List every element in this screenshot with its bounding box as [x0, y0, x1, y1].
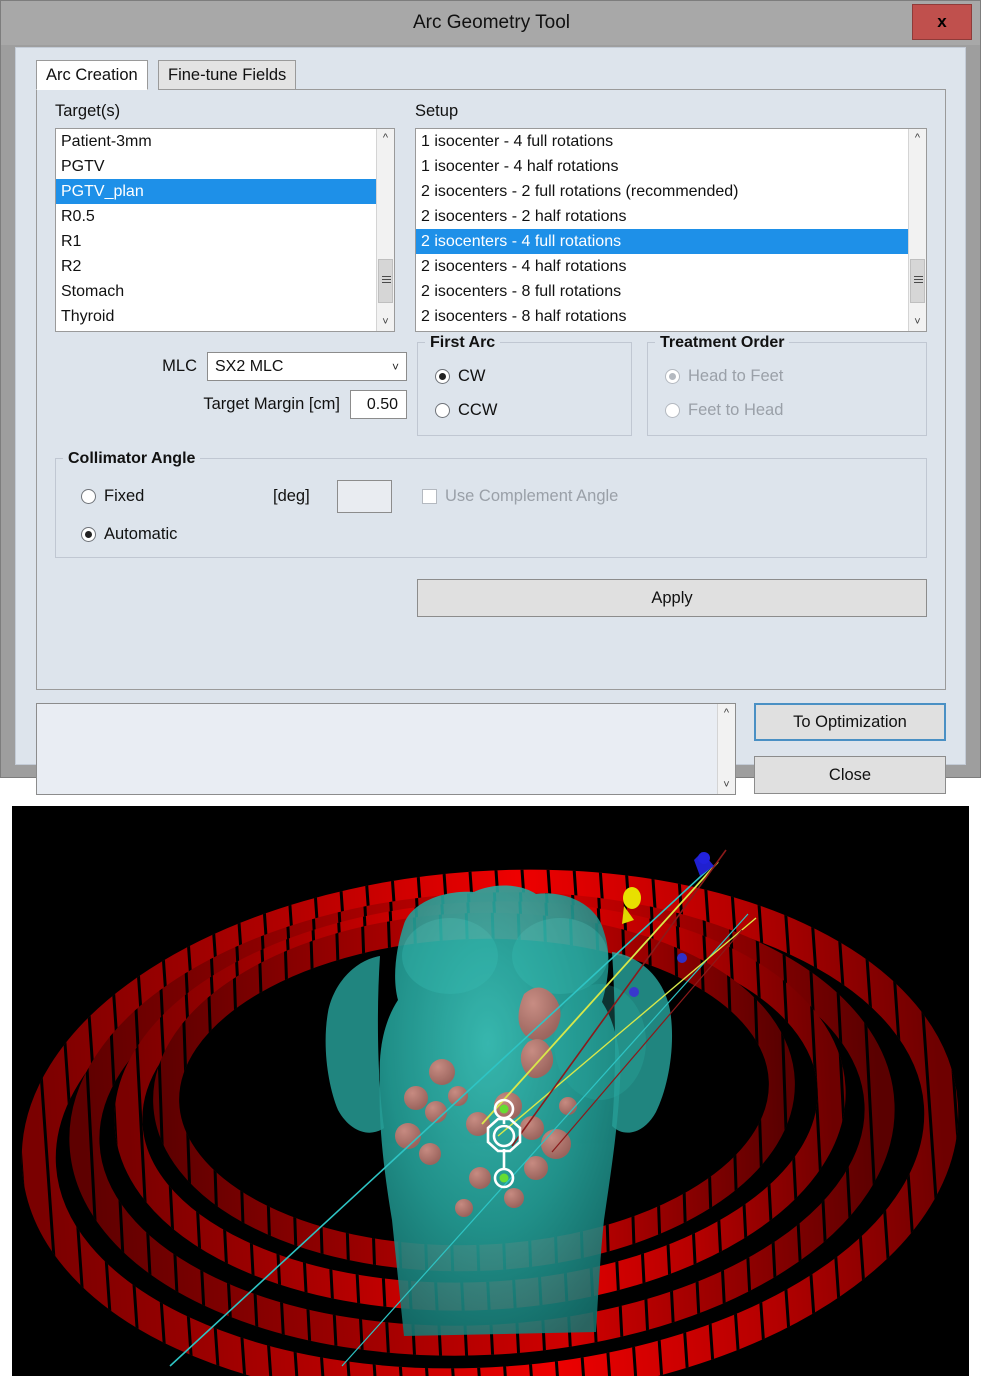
- collimator-angle-title: Collimator Angle: [63, 450, 201, 468]
- radio-head-to-feet[interactable]: Head to Feet: [665, 367, 783, 386]
- log-scrollbar[interactable]: ^ ˅: [717, 704, 735, 794]
- setup-list: 1 isocenter - 4 full rotations 1 isocent…: [416, 129, 908, 331]
- tab-bar: Arc Creation Fine-tune Fields: [36, 60, 946, 90]
- radio-first-arc-ccw[interactable]: CCW: [435, 401, 497, 420]
- 3d-scene: [12, 806, 969, 1376]
- first-arc-group: [417, 342, 632, 436]
- targets-listbox[interactable]: Patient-3mm PGTV PGTV_plan R0.5 R1 R2 St…: [55, 128, 395, 332]
- first-arc-title: First Arc: [425, 334, 501, 352]
- chevron-up-icon[interactable]: ^: [718, 704, 735, 722]
- list-item[interactable]: Patient-3mm: [56, 129, 376, 154]
- list-item[interactable]: PGTV: [56, 154, 376, 179]
- to-optimization-button[interactable]: To Optimization: [754, 703, 946, 741]
- radio-dot-icon: [435, 369, 450, 384]
- targets-scrollbar[interactable]: ^ ˅: [376, 129, 394, 331]
- tab-fine-tune-fields[interactable]: Fine-tune Fields: [158, 60, 297, 90]
- blue-marker-small: [677, 953, 687, 963]
- mlc-select[interactable]: SX2 MLC ˅: [207, 352, 407, 381]
- yellow-arrow-marker: [623, 887, 641, 909]
- use-complement-angle-checkbox[interactable]: Use Complement Angle: [422, 487, 618, 506]
- radio-collimator-automatic[interactable]: Automatic: [81, 525, 177, 544]
- radio-dot-icon: [665, 369, 680, 384]
- arc-geometry-tool-window: Arc Geometry Tool x Arc Creation Fine-tu…: [0, 0, 981, 795]
- isocenter-lower-dot: [499, 1173, 509, 1183]
- close-window-button[interactable]: x: [912, 4, 972, 40]
- radio-label: Fixed: [104, 487, 145, 505]
- close-button[interactable]: Close: [754, 756, 946, 794]
- setup-label: Setup: [415, 102, 459, 120]
- mlc-value: SX2 MLC: [215, 358, 284, 375]
- targets-label: Target(s): [55, 102, 121, 120]
- radio-first-arc-cw[interactable]: CW: [435, 367, 486, 386]
- isocenter-upper-dot: [499, 1104, 509, 1114]
- treatment-order-title: Treatment Order: [655, 334, 790, 352]
- collimator-angle-input[interactable]: [337, 480, 392, 513]
- chevron-down-icon[interactable]: ˅: [718, 776, 735, 794]
- radio-label: Automatic: [104, 525, 178, 543]
- chevron-down-icon: ˅: [391, 360, 399, 374]
- deg-label: [deg]: [273, 487, 310, 505]
- grip-icon: [382, 276, 391, 286]
- list-item[interactable]: 2 isocenters - 8 full rotations: [416, 279, 908, 304]
- setup-scrollbar[interactable]: ^ ˅: [908, 129, 926, 331]
- radio-label: CW: [458, 367, 486, 385]
- checkbox-label: Use Complement Angle: [445, 487, 619, 505]
- tab-arc-creation-label: Arc Creation: [46, 65, 138, 84]
- chevron-up-icon[interactable]: ^: [909, 129, 926, 147]
- radio-dot-icon: [81, 489, 96, 504]
- checkbox-box-icon: [422, 489, 437, 504]
- apply-button[interactable]: Apply: [417, 579, 927, 617]
- list-item[interactable]: 1 isocenter - 4 full rotations: [416, 129, 908, 154]
- chevron-up-icon[interactable]: ^: [377, 129, 394, 147]
- radio-label: Head to Feet: [688, 367, 784, 385]
- scrollbar-thumb[interactable]: [378, 259, 393, 303]
- list-item[interactable]: R1: [56, 229, 376, 254]
- list-item[interactable]: 2 isocenters - 4 half rotations: [416, 254, 908, 279]
- tab-fine-tune-fields-label: Fine-tune Fields: [168, 65, 287, 84]
- blue-marker-small-2: [629, 987, 639, 997]
- window-title: Arc Geometry Tool: [413, 12, 570, 33]
- log-text: [43, 708, 713, 790]
- tab-arc-creation[interactable]: Arc Creation: [36, 60, 148, 90]
- screen-root: Arc Geometry Tool x Arc Creation Fine-tu…: [0, 0, 981, 1376]
- target-margin-label: Target Margin [cm]: [203, 395, 340, 413]
- radio-dot-icon: [81, 527, 96, 542]
- mlc-label: MLC: [162, 357, 197, 375]
- arc-creation-panel: Target(s) Patient-3mm PGTV PGTV_plan R0.…: [36, 90, 946, 690]
- radio-dot-icon: [665, 403, 680, 418]
- radio-feet-to-head[interactable]: Feet to Head: [665, 401, 783, 420]
- list-item[interactable]: PGTV_plan: [56, 179, 376, 204]
- list-item[interactable]: 2 isocenters - 2 half rotations: [416, 204, 908, 229]
- chevron-down-icon[interactable]: ˅: [377, 313, 394, 331]
- 3d-beam-geometry-viewport[interactable]: [12, 806, 969, 1376]
- setup-listbox[interactable]: 1 isocenter - 4 full rotations 1 isocent…: [415, 128, 927, 332]
- collimator-angle-group: [55, 458, 927, 558]
- radio-label: Feet to Head: [688, 401, 784, 419]
- list-item[interactable]: R2: [56, 254, 376, 279]
- list-item[interactable]: R0.5: [56, 204, 376, 229]
- radio-dot-icon: [435, 403, 450, 418]
- radio-label: CCW: [458, 401, 498, 419]
- target-margin-input[interactable]: 0.50: [350, 390, 407, 419]
- list-item[interactable]: 2 isocenters - 4 full rotations: [416, 229, 908, 254]
- targets-list: Patient-3mm PGTV PGTV_plan R0.5 R1 R2 St…: [56, 129, 376, 331]
- list-item[interactable]: 1 isocenter - 4 half rotations: [416, 154, 908, 179]
- dialog-panel: Arc Creation Fine-tune Fields Target(s) …: [15, 47, 966, 795]
- list-item[interactable]: Stomach: [56, 279, 376, 304]
- chevron-down-icon[interactable]: ˅: [909, 313, 926, 331]
- radio-collimator-fixed[interactable]: Fixed: [81, 487, 144, 506]
- list-item[interactable]: 2 isocenters - 2 full rotations (recomme…: [416, 179, 908, 204]
- list-item[interactable]: Thyroid: [56, 304, 376, 329]
- list-item[interactable]: 2 isocenters - 8 half rotations: [416, 304, 908, 329]
- log-output[interactable]: ^ ˅: [36, 703, 736, 795]
- scrollbar-thumb[interactable]: [910, 259, 925, 303]
- title-bar: Arc Geometry Tool x: [1, 1, 980, 45]
- treatment-order-group: [647, 342, 927, 436]
- grip-icon: [914, 276, 923, 286]
